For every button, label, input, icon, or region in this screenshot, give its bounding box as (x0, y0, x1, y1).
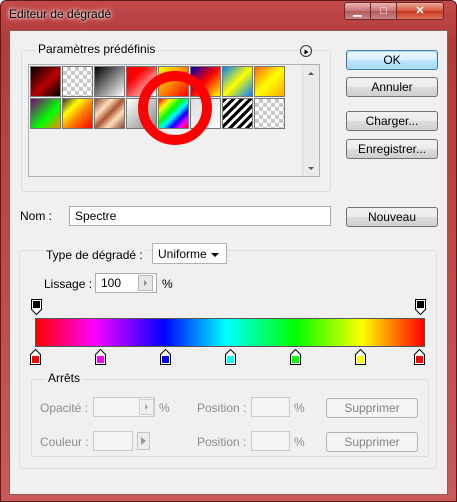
gradient-type-label: Type de dégradé : (44, 248, 145, 262)
gradient-type-value: Uniforme (158, 247, 207, 261)
opacity-unit: % (159, 401, 170, 415)
arrow-right-icon (145, 404, 148, 410)
preset-swatch[interactable] (30, 66, 61, 97)
color-position-unit: % (294, 435, 305, 449)
color-position-input (251, 431, 290, 451)
stops-label: Arrêts (45, 371, 84, 385)
dialog-body: Paramètres prédéfinis OK Annuler Charger… (9, 30, 448, 495)
color-stop[interactable] (290, 349, 301, 365)
arrow-right-icon (141, 437, 146, 445)
scroll-down-icon[interactable] (303, 162, 319, 174)
opacity-delete-button: Supprimer (326, 398, 418, 418)
minimize-icon: ▁ (353, 5, 362, 17)
presets-label: Paramètres prédéfinis (35, 42, 159, 56)
new-button[interactable]: Nouveau (346, 207, 438, 227)
color-stop[interactable] (30, 349, 41, 365)
load-button[interactable]: Charger... (346, 111, 438, 131)
opacity-stop-left[interactable] (31, 299, 42, 315)
opacity-position-input (251, 397, 290, 417)
opacity-stepper-button (139, 399, 154, 415)
name-input[interactable]: Spectre (69, 206, 331, 226)
window-title: Editeur de dégradé (9, 7, 112, 21)
color-menu-button (137, 432, 150, 450)
cancel-button[interactable]: Annuler (346, 77, 438, 97)
color-stop[interactable] (225, 349, 236, 365)
arrow-right-icon (144, 280, 147, 286)
preset-swatch[interactable] (94, 98, 125, 129)
color-stop[interactable] (355, 349, 366, 365)
opacity-label: Opacité : (40, 401, 89, 415)
preset-swatch[interactable] (30, 98, 61, 129)
preset-swatch[interactable] (62, 66, 93, 97)
color-stop[interactable] (95, 349, 106, 365)
color-swatch (93, 431, 133, 451)
smoothness-label: Lissage : (44, 277, 93, 291)
preset-swatch[interactable] (222, 98, 253, 129)
color-label: Couleur : (40, 435, 89, 449)
preset-swatch[interactable] (62, 98, 93, 129)
maximize-icon: □ (380, 5, 387, 17)
color-delete-button: Supprimer (326, 432, 418, 452)
opacity-stop-right[interactable] (415, 299, 426, 315)
chevron-down-icon (211, 253, 219, 257)
ok-button[interactable]: OK (346, 50, 438, 70)
smoothness-value: 100 (101, 276, 122, 290)
preset-swatch[interactable] (254, 98, 285, 129)
presets-menu-button[interactable] (300, 45, 312, 57)
play-icon (304, 49, 309, 55)
smoothness-unit: % (162, 277, 173, 291)
presets-scrollbar[interactable] (302, 65, 319, 176)
opacity-stop-icon (31, 299, 42, 315)
name-label: Nom : (20, 209, 53, 223)
gradient-type-dropdown[interactable]: Uniforme (152, 243, 227, 264)
close-icon: ✕ (415, 5, 425, 17)
selection-ring (138, 71, 212, 145)
close-button[interactable]: ✕ (396, 2, 444, 20)
opacity-position-label: Position : (197, 401, 247, 415)
save-button[interactable]: Enregistrer... (346, 139, 438, 159)
preset-swatch[interactable] (254, 66, 285, 97)
preset-swatch[interactable] (94, 66, 125, 97)
color-stop[interactable] (160, 349, 171, 365)
title-bar[interactable]: Editeur de dégradé ▁ □ ✕ (1, 1, 456, 29)
maximize-button[interactable]: □ (370, 2, 397, 20)
gradient-editor-window: Editeur de dégradé ▁ □ ✕ Paramètres préd… (0, 0, 457, 502)
preset-swatch[interactable] (222, 66, 253, 97)
smoothness-stepper-button[interactable] (138, 275, 153, 291)
color-position-label: Position : (197, 435, 247, 449)
scroll-up-icon[interactable] (303, 67, 319, 79)
opacity-position-unit: % (294, 401, 305, 415)
color-stop[interactable] (414, 349, 425, 365)
gradient-bar[interactable] (35, 318, 425, 347)
minimize-button[interactable]: ▁ (344, 2, 371, 20)
opacity-stop-icon (415, 299, 426, 315)
